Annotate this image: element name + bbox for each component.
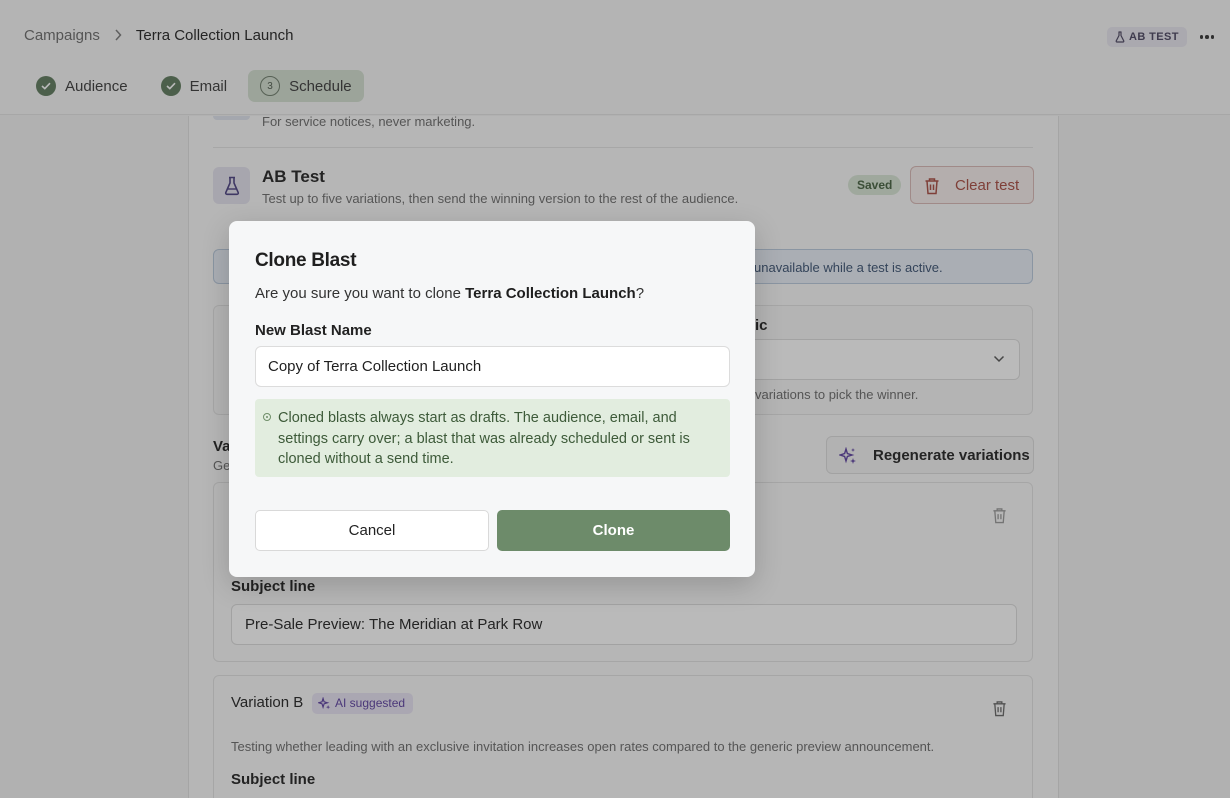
new-blast-name-label: New Blast Name	[255, 322, 372, 339]
clone-info-text: Cloned blasts always start as drafts. Th…	[278, 410, 690, 467]
clone-button[interactable]: Clone	[497, 510, 730, 551]
clone-blast-dialog: Clone Blast Are you sure you want to clo…	[229, 221, 755, 577]
dialog-title: Clone Blast	[255, 250, 357, 271]
dialog-question: Are you sure you want to clone Terra Col…	[255, 285, 644, 302]
dialog-question-suffix: ?	[635, 285, 645, 302]
info-icon	[263, 413, 271, 421]
dialog-blast-name: Terra Collection Launch	[465, 285, 636, 302]
cancel-button[interactable]: Cancel	[255, 510, 489, 551]
new-blast-name-input[interactable]	[255, 346, 730, 387]
dialog-question-prefix: Are you sure you want to clone	[255, 285, 466, 302]
clone-info-note: Cloned blasts always start as drafts. Th…	[255, 399, 730, 477]
